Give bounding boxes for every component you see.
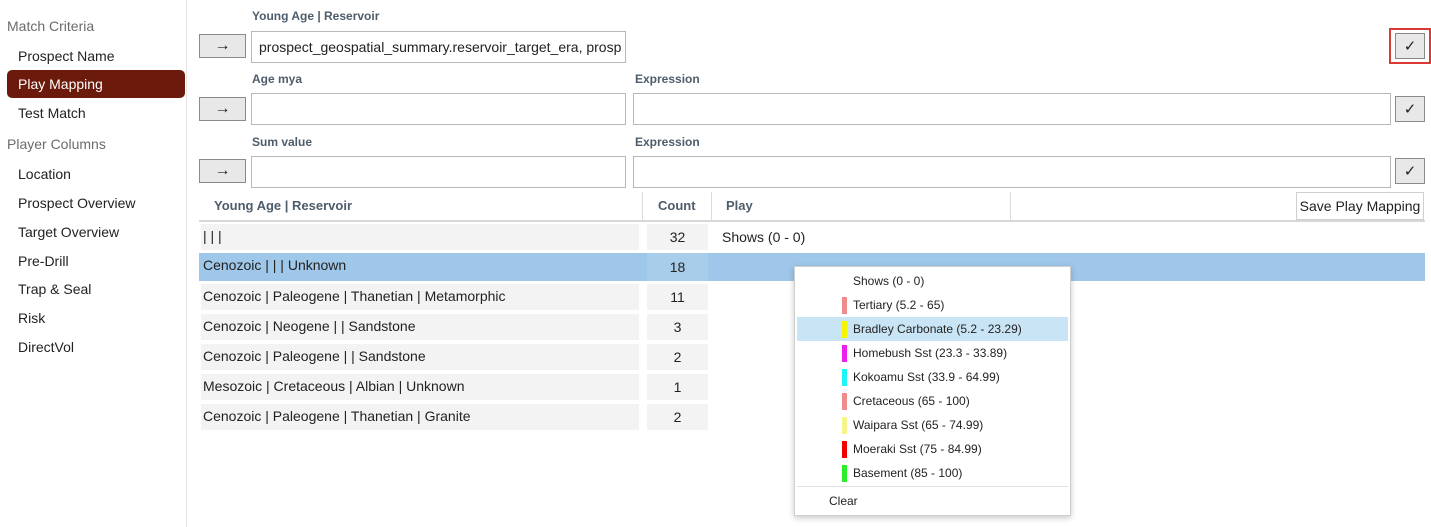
cell-reservoir: Cenozoic | Paleogene | Thanetian | Metam…: [201, 284, 639, 310]
dropdown-option[interactable]: Moeraki Sst (75 - 84.99): [797, 437, 1068, 461]
sidebar-item-risk[interactable]: Risk: [18, 310, 45, 326]
color-swatch: [842, 465, 847, 482]
cell-reservoir: Cenozoic | | | Unknown: [203, 257, 347, 273]
dropdown-option-highlighted[interactable]: Bradley Carbonate (5.2 - 23.29): [797, 317, 1068, 341]
sidebar-item-play-mapping[interactable]: Play Mapping: [7, 70, 185, 98]
color-swatch: [842, 369, 847, 386]
option-label: Tertiary (5.2 - 65): [853, 298, 945, 312]
color-swatch: [842, 345, 847, 362]
cell-count: 2: [647, 404, 708, 430]
cell-reservoir: Cenozoic | Paleogene | Thanetian | Grani…: [201, 404, 639, 430]
column-separator: [642, 192, 643, 220]
option-label: Shows (0 - 0): [853, 274, 925, 288]
option-label: Moeraki Sst (75 - 84.99): [853, 442, 982, 456]
confirm-button-2[interactable]: ✓: [1395, 96, 1425, 122]
check-icon: ✓: [1403, 101, 1417, 118]
apply-arrow-button-2[interactable]: →: [199, 97, 246, 121]
apply-arrow-button-3[interactable]: →: [199, 159, 246, 183]
section-player-columns: Player Columns: [7, 136, 106, 152]
option-label: Cretaceous (65 - 100): [853, 394, 970, 408]
sidebar-item-trap-seal[interactable]: Trap & Seal: [18, 281, 91, 297]
color-swatch: [842, 393, 847, 410]
color-swatch: [842, 417, 847, 434]
option-label: Kokoamu Sst (33.9 - 64.99): [853, 370, 1000, 384]
clear-label: Clear: [829, 494, 858, 508]
cell-count: 18: [647, 253, 708, 281]
column-separator: [711, 192, 712, 220]
sum-value-field[interactable]: [251, 156, 626, 188]
label-expression-1: Expression: [635, 72, 700, 86]
play-dropdown-menu: Shows (0 - 0) Tertiary (5.2 - 65) Bradle…: [794, 266, 1071, 516]
column-header-play[interactable]: Play: [726, 192, 753, 220]
sidebar-item-location[interactable]: Location: [18, 166, 71, 182]
cell-reservoir: Cenozoic | Neogene | | Sandstone: [201, 314, 639, 340]
cell-count: 11: [647, 284, 708, 310]
dropdown-option[interactable]: Basement (85 - 100): [797, 461, 1068, 485]
sidebar-item-pre-drill[interactable]: Pre-Drill: [18, 253, 69, 269]
sidebar: Match Criteria Prospect Name Play Mappin…: [0, 0, 187, 527]
label-young-age-reservoir: Young Age | Reservoir: [252, 9, 380, 23]
option-label: Homebush Sst (23.3 - 33.89): [853, 346, 1008, 360]
option-label: Bradley Carbonate (5.2 - 23.29): [853, 322, 1022, 336]
option-label: Basement (85 - 100): [853, 466, 963, 480]
sidebar-item-prospect-name[interactable]: Prospect Name: [18, 48, 114, 64]
dropdown-option[interactable]: Waipara Sst (65 - 74.99): [797, 413, 1068, 437]
cell-count: 1: [647, 374, 708, 400]
arrow-right-icon: →: [214, 100, 231, 117]
sidebar-item-test-match[interactable]: Test Match: [18, 105, 86, 121]
label-age-mya: Age mya: [252, 72, 303, 86]
color-swatch: [842, 297, 847, 314]
table-header: Young Age | Reservoir Count Play: [199, 192, 1425, 222]
sidebar-item-prospect-overview[interactable]: Prospect Overview: [18, 195, 135, 211]
arrow-right-icon: →: [214, 37, 231, 54]
arrow-right-icon: →: [214, 162, 231, 179]
confirm-button-1[interactable]: ✓: [1395, 33, 1425, 59]
label-expression-2: Expression: [635, 135, 700, 149]
dropdown-option[interactable]: Cretaceous (65 - 100): [797, 389, 1068, 413]
column-separator: [1010, 192, 1011, 220]
dropdown-option[interactable]: Homebush Sst (23.3 - 33.89): [797, 341, 1068, 365]
age-mya-field[interactable]: [251, 93, 626, 125]
cell-count: 2: [647, 344, 708, 370]
dropdown-divider: [797, 486, 1068, 487]
column-header-reservoir[interactable]: Young Age | Reservoir: [214, 192, 352, 220]
column-header-count[interactable]: Count: [658, 192, 696, 220]
check-icon: ✓: [1403, 38, 1417, 55]
color-swatch: [842, 321, 847, 338]
dropdown-option[interactable]: Tertiary (5.2 - 65): [797, 293, 1068, 317]
expression-field-1[interactable]: [633, 93, 1391, 125]
cell-reservoir: Mesozoic | Cretaceous | Albian | Unknown: [201, 374, 639, 400]
cell-reservoir: | | |: [201, 224, 639, 250]
check-icon: ✓: [1403, 163, 1417, 180]
option-label: Waipara Sst (65 - 74.99): [853, 418, 984, 432]
cell-reservoir: Cenozoic | Paleogene | | Sandstone: [201, 344, 639, 370]
section-match-criteria: Match Criteria: [7, 18, 95, 34]
young-age-reservoir-field[interactable]: prospect_geospatial_summary.reservoir_ta…: [251, 31, 626, 63]
cell-count: 32: [647, 224, 708, 250]
confirm-button-3[interactable]: ✓: [1395, 158, 1425, 184]
cell-play[interactable]: Shows (0 - 0): [722, 224, 805, 250]
dropdown-option[interactable]: Kokoamu Sst (33.9 - 64.99): [797, 365, 1068, 389]
expression-field-2[interactable]: [633, 156, 1391, 188]
color-swatch: [842, 441, 847, 458]
cell-count: 3: [647, 314, 708, 340]
label-sum-value: Sum value: [252, 135, 313, 149]
dropdown-option[interactable]: Shows (0 - 0): [797, 269, 1068, 293]
table-row[interactable]: | | | 32 Shows (0 - 0): [199, 224, 1425, 250]
save-play-mapping-button[interactable]: Save Play Mapping: [1296, 192, 1424, 220]
apply-arrow-button-1[interactable]: →: [199, 34, 246, 58]
sidebar-item-directvol[interactable]: DirectVol: [18, 339, 74, 355]
sidebar-item-target-overview[interactable]: Target Overview: [18, 224, 119, 240]
dropdown-clear-option[interactable]: Clear: [797, 489, 1068, 513]
